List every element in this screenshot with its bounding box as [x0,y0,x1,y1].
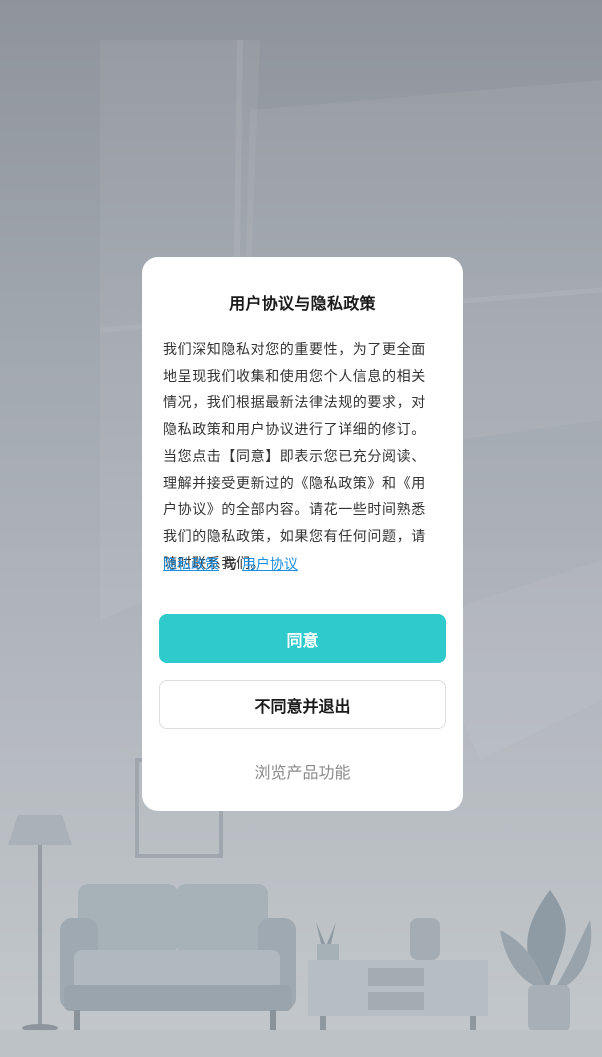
link-separator: 与 [223,557,238,573]
dialog-title: 用户协议与隐私政策 [229,294,376,313]
dialog-body-text: 我们深知隐私对您的重要性，为了更全面地呈现我们收集和使用您个人信息的相关情况，我… [163,342,426,572]
disagree-exit-button[interactable]: 不同意并退出 [159,680,446,729]
browse-features-link[interactable]: 浏览产品功能 [142,759,463,783]
policy-links: 隐私政策 与 用户协议 [163,554,298,574]
privacy-policy-link[interactable]: 隐私政策 [163,557,219,573]
agree-button[interactable]: 同意 [159,614,446,663]
user-agreement-link[interactable]: 用户协议 [242,557,298,573]
privacy-dialog: 用户协议与隐私政策 我们深知隐私对您的重要性，为了更全面地呈现我们收集和使用您个… [142,257,463,811]
